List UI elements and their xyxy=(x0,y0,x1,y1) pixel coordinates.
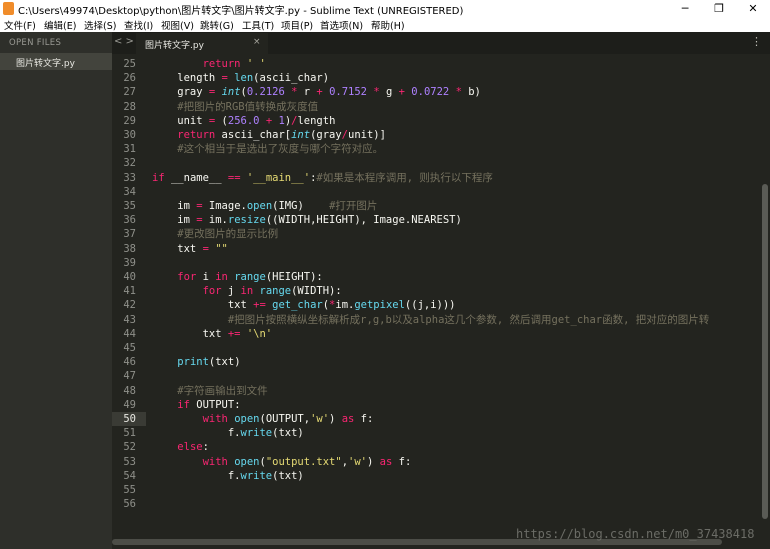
menu-file[interactable]: 文件(F) xyxy=(4,18,36,32)
line-number: 31 xyxy=(123,143,136,156)
line-number: 56 xyxy=(123,498,136,511)
code-line[interactable]: #字符画输出到文件 xyxy=(152,384,267,398)
minimize-button[interactable]: ─ xyxy=(668,0,702,17)
open-files-header: OPEN FILES xyxy=(9,38,62,48)
code-line[interactable]: return ascii_char[int(gray/unit)] xyxy=(152,128,386,142)
line-number: 53 xyxy=(123,455,136,468)
vertical-scroll-thumb[interactable] xyxy=(762,184,768,519)
tab-nav-arrows[interactable]: < > xyxy=(114,36,134,47)
menu-bar: 文件(F) 编辑(E) 选择(S) 查找(I) 视图(V) 跳转(G) 工具(T… xyxy=(0,17,770,32)
code-line[interactable]: txt = "" xyxy=(152,242,228,256)
tab-active-file[interactable]: 图片转文字.py × xyxy=(136,33,268,54)
line-number: 52 xyxy=(123,441,136,454)
code-editor[interactable]: 25 26 27 28 29 30 31 32 33 34 35 36 37 38 39 40 41 42 43 44… xyxy=(112,54,760,536)
line-number: 26 xyxy=(123,72,136,85)
maximize-button[interactable]: ❐ xyxy=(702,0,736,17)
window-title: C:\Users\49974\Desktop\python\图片转文字\图片转文… xyxy=(18,6,464,17)
line-number: 28 xyxy=(123,100,136,113)
line-number: 25 xyxy=(123,58,136,70)
code-line[interactable]: im = Image.open(IMG) #打开图片 xyxy=(152,199,377,213)
code-line[interactable]: unit = (256.0 + 1)/length xyxy=(152,114,335,128)
tab-close-icon[interactable]: × xyxy=(253,37,261,47)
title-bar: C:\Users\49974\Desktop\python\图片转文字\图片转文… xyxy=(0,0,770,17)
tab-menu-icon[interactable]: ⋮ xyxy=(751,35,762,48)
watermark-text: https://blog.csdn.net/m0_37438418 xyxy=(516,527,755,541)
sidebar-file-label: 图片转文字.py xyxy=(16,59,75,69)
line-number: 54 xyxy=(123,469,136,482)
line-number: 49 xyxy=(123,398,136,411)
code-line[interactable]: f.write(txt) xyxy=(152,426,304,440)
sidebar: OPEN FILES 图片转文字.py xyxy=(0,32,112,549)
line-number: 29 xyxy=(123,114,136,127)
code-line[interactable]: if OUTPUT: xyxy=(152,398,240,412)
sidebar-file-item[interactable]: 图片转文字.py xyxy=(0,53,112,70)
code-line[interactable]: #更改图片的显示比例 xyxy=(152,227,278,241)
line-number: 35 xyxy=(123,200,136,212)
code-line[interactable]: im = im.resize((WIDTH,HEIGHT), Image.NEA… xyxy=(152,213,462,227)
code-line[interactable]: return ' ' xyxy=(152,57,266,71)
menu-preferences[interactable]: 首选项(N) xyxy=(320,18,363,32)
line-number: 46 xyxy=(123,356,136,369)
line-number: 27 xyxy=(123,86,136,99)
line-number: 42 xyxy=(123,299,136,312)
code-line[interactable]: with open("output.txt",'w') as f: xyxy=(152,455,412,469)
menu-project[interactable]: 项目(P) xyxy=(281,18,313,32)
code-line[interactable]: txt += get_char(*im.getpixel((j,i))) xyxy=(152,298,456,312)
menu-find[interactable]: 查找(I) xyxy=(124,18,153,32)
close-button[interactable]: ✕ xyxy=(736,0,770,17)
code-line[interactable]: f.write(txt) xyxy=(152,469,304,483)
line-number: 45 xyxy=(123,342,136,354)
line-number: 38 xyxy=(123,242,136,255)
code-line[interactable]: txt += '\n' xyxy=(152,327,273,341)
menu-goto[interactable]: 跳转(G) xyxy=(200,18,234,32)
vertical-scrollbar[interactable] xyxy=(760,54,770,536)
code-line[interactable]: with open(OUTPUT,'w') as f: xyxy=(152,412,374,426)
code-line[interactable]: #把图片的RGB值转换成灰度值 xyxy=(152,100,318,114)
menu-edit[interactable]: 编辑(E) xyxy=(44,18,76,32)
line-number: 30 xyxy=(123,129,136,141)
code-line[interactable]: for j in range(WIDTH): xyxy=(152,284,342,298)
code-line[interactable]: gray = int(0.2126 * r + 0.7152 * g + 0.0… xyxy=(152,85,481,99)
code-line[interactable]: #这个相当于是选出了灰度与哪个字符对应。 xyxy=(152,142,383,156)
line-number: 39 xyxy=(123,256,136,269)
line-number: 32 xyxy=(123,157,136,170)
code-line[interactable]: else: xyxy=(152,440,209,454)
line-number: 48 xyxy=(123,384,136,397)
line-number: 33 xyxy=(123,171,136,184)
code-line[interactable]: for i in range(HEIGHT): xyxy=(152,270,322,284)
line-number: 44 xyxy=(123,327,136,340)
line-number: 34 xyxy=(123,185,136,198)
line-number: 37 xyxy=(123,228,136,241)
code-line[interactable]: #把图片按照横纵坐标解析成r,g,b以及alpha这几个参数, 然后调用get_… xyxy=(152,313,709,327)
line-number: 47 xyxy=(123,370,136,383)
menu-help[interactable]: 帮助(H) xyxy=(371,18,405,32)
code-line[interactable]: if __name__ == '__main__':#如果是本程序调用, 则执行… xyxy=(152,171,493,185)
code-line[interactable]: length = len(ascii_char) xyxy=(152,71,329,85)
line-number: 51 xyxy=(123,427,136,440)
code-line[interactable]: print(txt) xyxy=(152,355,240,369)
menu-tools[interactable]: 工具(T) xyxy=(242,18,274,32)
tab-label: 图片转文字.py xyxy=(145,41,204,51)
line-number: 50 xyxy=(123,413,136,425)
line-number: 36 xyxy=(123,214,136,227)
line-number: 43 xyxy=(123,313,136,326)
menu-view[interactable]: 视图(V) xyxy=(161,18,194,32)
line-number: 40 xyxy=(123,271,136,283)
sublime-app-icon xyxy=(3,2,14,15)
menu-selection[interactable]: 选择(S) xyxy=(84,18,116,32)
line-number: 55 xyxy=(123,484,136,496)
line-number: 41 xyxy=(123,285,136,298)
